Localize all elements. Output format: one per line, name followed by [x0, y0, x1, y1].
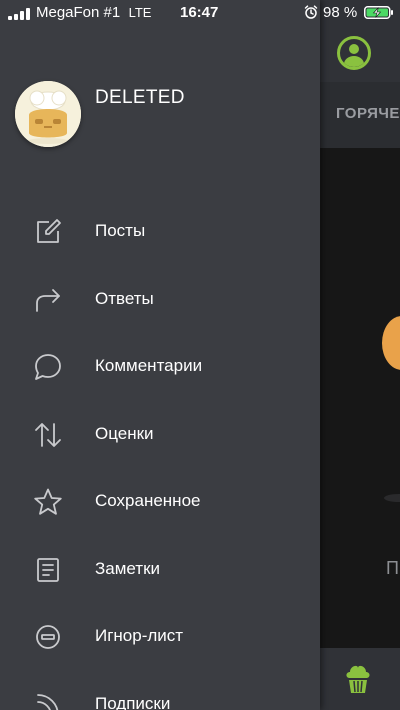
tab-hot[interactable]: ГОРЯЧЕЕ	[336, 105, 400, 122]
menu-item-ignore-list[interactable]: Игнор-лист	[0, 609, 320, 665]
menu-item-label: Заметки	[95, 559, 161, 578]
up-down-arrows-icon	[35, 423, 61, 447]
menu-item-label: Ответы	[95, 289, 154, 308]
battery-percentage: 98 %	[323, 4, 358, 21]
edit-square-icon	[37, 219, 61, 243]
battery-charging-icon	[364, 6, 393, 19]
avatar[interactable]	[15, 81, 81, 147]
rss-icon	[37, 694, 59, 710]
background-feed: П	[320, 148, 400, 648]
reply-arrow-icon	[36, 289, 60, 312]
mascot-image	[382, 316, 400, 370]
menu-item-subscriptions[interactable]: Подписки	[0, 677, 320, 710]
menu-item-replies[interactable]: Ответы	[0, 272, 320, 328]
star-icon	[34, 488, 62, 515]
background-tab-bar: ГОРЯЧЕЕ	[320, 82, 400, 148]
navigation-drawer: DELETED Посты Ответы Комментарии Оценки	[0, 0, 320, 710]
menu-item-label: Комментарии	[95, 356, 203, 375]
status-bar: MegaFon #1 LTE 16:47 98 %	[0, 0, 400, 26]
clock: 16:47	[180, 4, 219, 21]
menu-item-label: Оценки	[95, 424, 154, 443]
menu-item-label: Посты	[95, 221, 146, 240]
menu-item-label: Игнор-лист	[95, 626, 184, 645]
carrier-name: MegaFon #1 LTE	[36, 4, 152, 21]
menu-item-notes[interactable]: Заметки	[0, 542, 320, 598]
menu-item-label: Подписки	[95, 694, 171, 710]
speech-bubble-icon	[35, 354, 61, 380]
note-icon	[37, 558, 59, 582]
menu-item-saved[interactable]: Сохраненное	[0, 474, 320, 530]
alarm-icon	[304, 5, 318, 19]
menu-item-ratings[interactable]: Оценки	[0, 407, 320, 463]
menu-item-posts[interactable]: Посты	[0, 204, 320, 260]
menu-item-comments[interactable]: Комментарии	[0, 339, 320, 395]
block-icon	[36, 625, 60, 649]
mascot-shadow	[384, 494, 400, 502]
background-text-fragment: П	[386, 558, 399, 578]
username[interactable]: DELETED	[95, 87, 185, 109]
user-profile-icon[interactable]	[337, 36, 371, 70]
signal-strength-icon	[8, 8, 32, 20]
cake-icon[interactable]	[344, 664, 372, 694]
background-bottom-bar	[320, 648, 400, 710]
menu-item-label: Сохраненное	[95, 491, 201, 510]
